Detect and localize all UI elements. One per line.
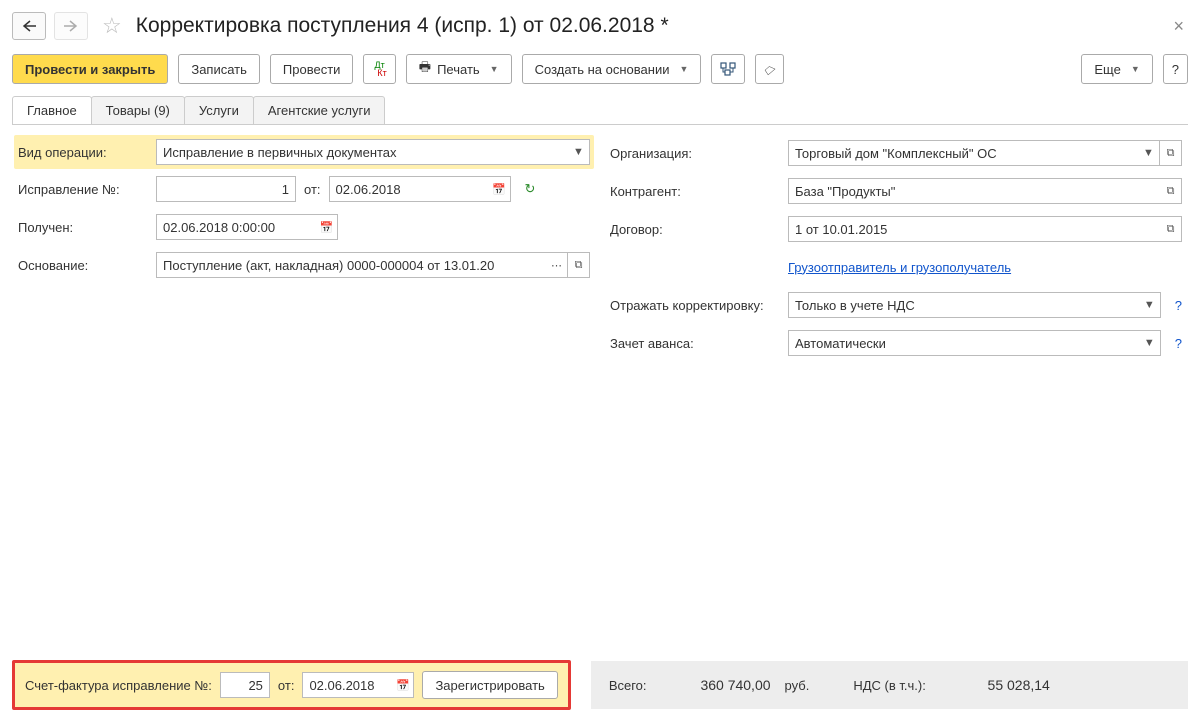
calendar-icon: 📅 xyxy=(320,221,334,234)
row-operation-type: Вид операции: Исправление в первичных до… xyxy=(14,135,594,169)
sf-date-input[interactable]: 02.06.2018 xyxy=(302,672,392,698)
create-based-label: Создать на основании xyxy=(535,62,670,77)
total-value: 360 740,00 xyxy=(661,677,771,693)
totals-panel: Всего: 360 740,00 руб. НДС (в т.ч.): 55 … xyxy=(591,661,1188,709)
chevron-down-icon: ▼ xyxy=(490,64,499,74)
sf-label: Счет-фактура исправление №: xyxy=(25,678,212,693)
favorite-icon[interactable]: ☆ xyxy=(102,13,122,39)
tab-main[interactable]: Главное xyxy=(12,96,92,124)
structure-icon xyxy=(720,62,736,76)
calendar-button[interactable]: 📅 xyxy=(489,176,511,202)
print-label: Печать xyxy=(437,62,480,77)
operation-type-dropdown[interactable]: ▼ xyxy=(568,139,590,165)
consignor-consignee-link[interactable]: Грузоотправитель и грузополучатель xyxy=(788,260,1011,275)
printer-icon: 🖶 xyxy=(419,58,431,80)
reflect-dropdown[interactable]: ▼ xyxy=(1139,292,1161,318)
row-received: Получен: 02.06.2018 0:00:00 📅 xyxy=(18,213,590,241)
correction-no-label: Исправление №: xyxy=(18,182,148,197)
help-button[interactable]: ? xyxy=(1163,54,1188,84)
advance-dropdown[interactable]: ▼ xyxy=(1139,330,1161,356)
attachments-button[interactable]: ⏢ xyxy=(755,54,783,84)
row-basis: Основание: Поступление (акт, накладная) … xyxy=(18,251,590,279)
row-reflect: Отражать корректировку: Только в учете Н… xyxy=(610,291,1182,319)
invoice-correction-panel: Счет-фактура исправление №: 25 от: 02.06… xyxy=(12,660,571,710)
organization-open-button[interactable]: ⧉ xyxy=(1160,140,1182,166)
tab-agency[interactable]: Агентские услуги xyxy=(253,96,386,124)
row-correction-no: Исправление №: 1 от: 02.06.2018 📅 ↻ xyxy=(18,175,590,203)
sf-no-input[interactable]: 25 xyxy=(220,672,270,698)
register-button[interactable]: Зарегистрировать xyxy=(422,671,557,699)
advance-help[interactable]: ? xyxy=(1175,336,1182,351)
post-button[interactable]: Провести xyxy=(270,54,354,84)
counterparty-input[interactable]: База "Продукты" xyxy=(788,178,1160,204)
close-icon[interactable]: × xyxy=(1173,16,1184,37)
chevron-down-icon: ▼ xyxy=(1131,64,1140,74)
correction-from-label: от: xyxy=(304,182,321,197)
basis-input[interactable]: Поступление (акт, накладная) 0000-000004… xyxy=(156,252,546,278)
operation-type-select[interactable]: Исправление в первичных документах xyxy=(156,139,568,165)
advance-label: Зачет аванса: xyxy=(610,336,780,351)
organization-label: Организация: xyxy=(610,146,780,161)
counterparty-label: Контрагент: xyxy=(610,184,780,199)
tab-services[interactable]: Услуги xyxy=(184,96,254,124)
advance-select[interactable]: Автоматически xyxy=(788,330,1139,356)
page-title: Корректировка поступления 4 (испр. 1) от… xyxy=(136,14,669,38)
row-contract: Договор: 1 от 10.01.2015 ⧉ xyxy=(610,215,1182,243)
contract-input[interactable]: 1 от 10.01.2015 xyxy=(788,216,1160,242)
print-button[interactable]: 🖶 Печать ▼ xyxy=(406,54,512,84)
dt-kt-button[interactable]: ДтКт xyxy=(363,54,395,84)
row-advance: Зачет аванса: Автоматически ▼ ? xyxy=(610,329,1182,357)
contract-open-button[interactable]: ⧉ xyxy=(1160,216,1182,242)
save-button[interactable]: Записать xyxy=(178,54,260,84)
forward-button[interactable] xyxy=(54,12,88,40)
row-counterparty: Контрагент: База "Продукты" ⧉ xyxy=(610,177,1182,205)
received-calendar-button[interactable]: 📅 xyxy=(316,214,338,240)
basis-label: Основание: xyxy=(18,258,148,273)
organization-input[interactable]: Торговый дом "Комплексный" ОС xyxy=(788,140,1138,166)
received-label: Получен: xyxy=(18,220,148,235)
reflect-label: Отражать корректировку: xyxy=(610,298,780,313)
operation-type-label: Вид операции: xyxy=(18,145,148,160)
correction-date-input[interactable]: 02.06.2018 xyxy=(329,176,489,202)
paperclip-icon: ⏢ xyxy=(760,60,778,79)
vat-label: НДС (в т.ч.): xyxy=(853,678,926,693)
arrow-right-icon xyxy=(64,20,78,32)
chevron-down-icon: ▼ xyxy=(679,64,688,74)
total-label: Всего: xyxy=(609,678,647,693)
structure-button[interactable] xyxy=(711,54,745,84)
tab-goods[interactable]: Товары (9) xyxy=(91,96,185,124)
received-input[interactable]: 02.06.2018 0:00:00 xyxy=(156,214,316,240)
organization-dropdown[interactable]: ▼ xyxy=(1138,140,1160,166)
calendar-icon: 📅 xyxy=(396,679,410,692)
sf-calendar-button[interactable]: 📅 xyxy=(392,672,414,698)
vat-value: 55 028,14 xyxy=(940,677,1050,693)
basis-open-button[interactable]: ⧉ xyxy=(568,252,590,278)
calendar-icon: 📅 xyxy=(492,183,506,196)
sf-from-label: от: xyxy=(278,678,295,693)
more-label: Еще xyxy=(1094,62,1120,77)
correction-no-input[interactable]: 1 xyxy=(156,176,296,202)
post-and-close-button[interactable]: Провести и закрыть xyxy=(12,54,168,84)
more-button[interactable]: Еще ▼ xyxy=(1081,54,1152,84)
reflect-help[interactable]: ? xyxy=(1175,298,1182,313)
refresh-icon[interactable]: ↻ xyxy=(525,181,536,197)
currency-label: руб. xyxy=(785,678,810,693)
dt-kt-icon: ДтКт xyxy=(372,61,386,77)
create-based-button[interactable]: Создать на основании ▼ xyxy=(522,54,702,84)
row-consignor: Грузоотправитель и грузополучатель xyxy=(610,253,1182,281)
row-organization: Организация: Торговый дом "Комплексный" … xyxy=(610,139,1182,167)
basis-ellipsis-button[interactable]: ⋯ xyxy=(546,252,568,278)
arrow-left-icon xyxy=(22,20,36,32)
reflect-select[interactable]: Только в учете НДС xyxy=(788,292,1139,318)
counterparty-open-button[interactable]: ⧉ xyxy=(1160,178,1182,204)
back-button[interactable] xyxy=(12,12,46,40)
contract-label: Договор: xyxy=(610,222,780,237)
